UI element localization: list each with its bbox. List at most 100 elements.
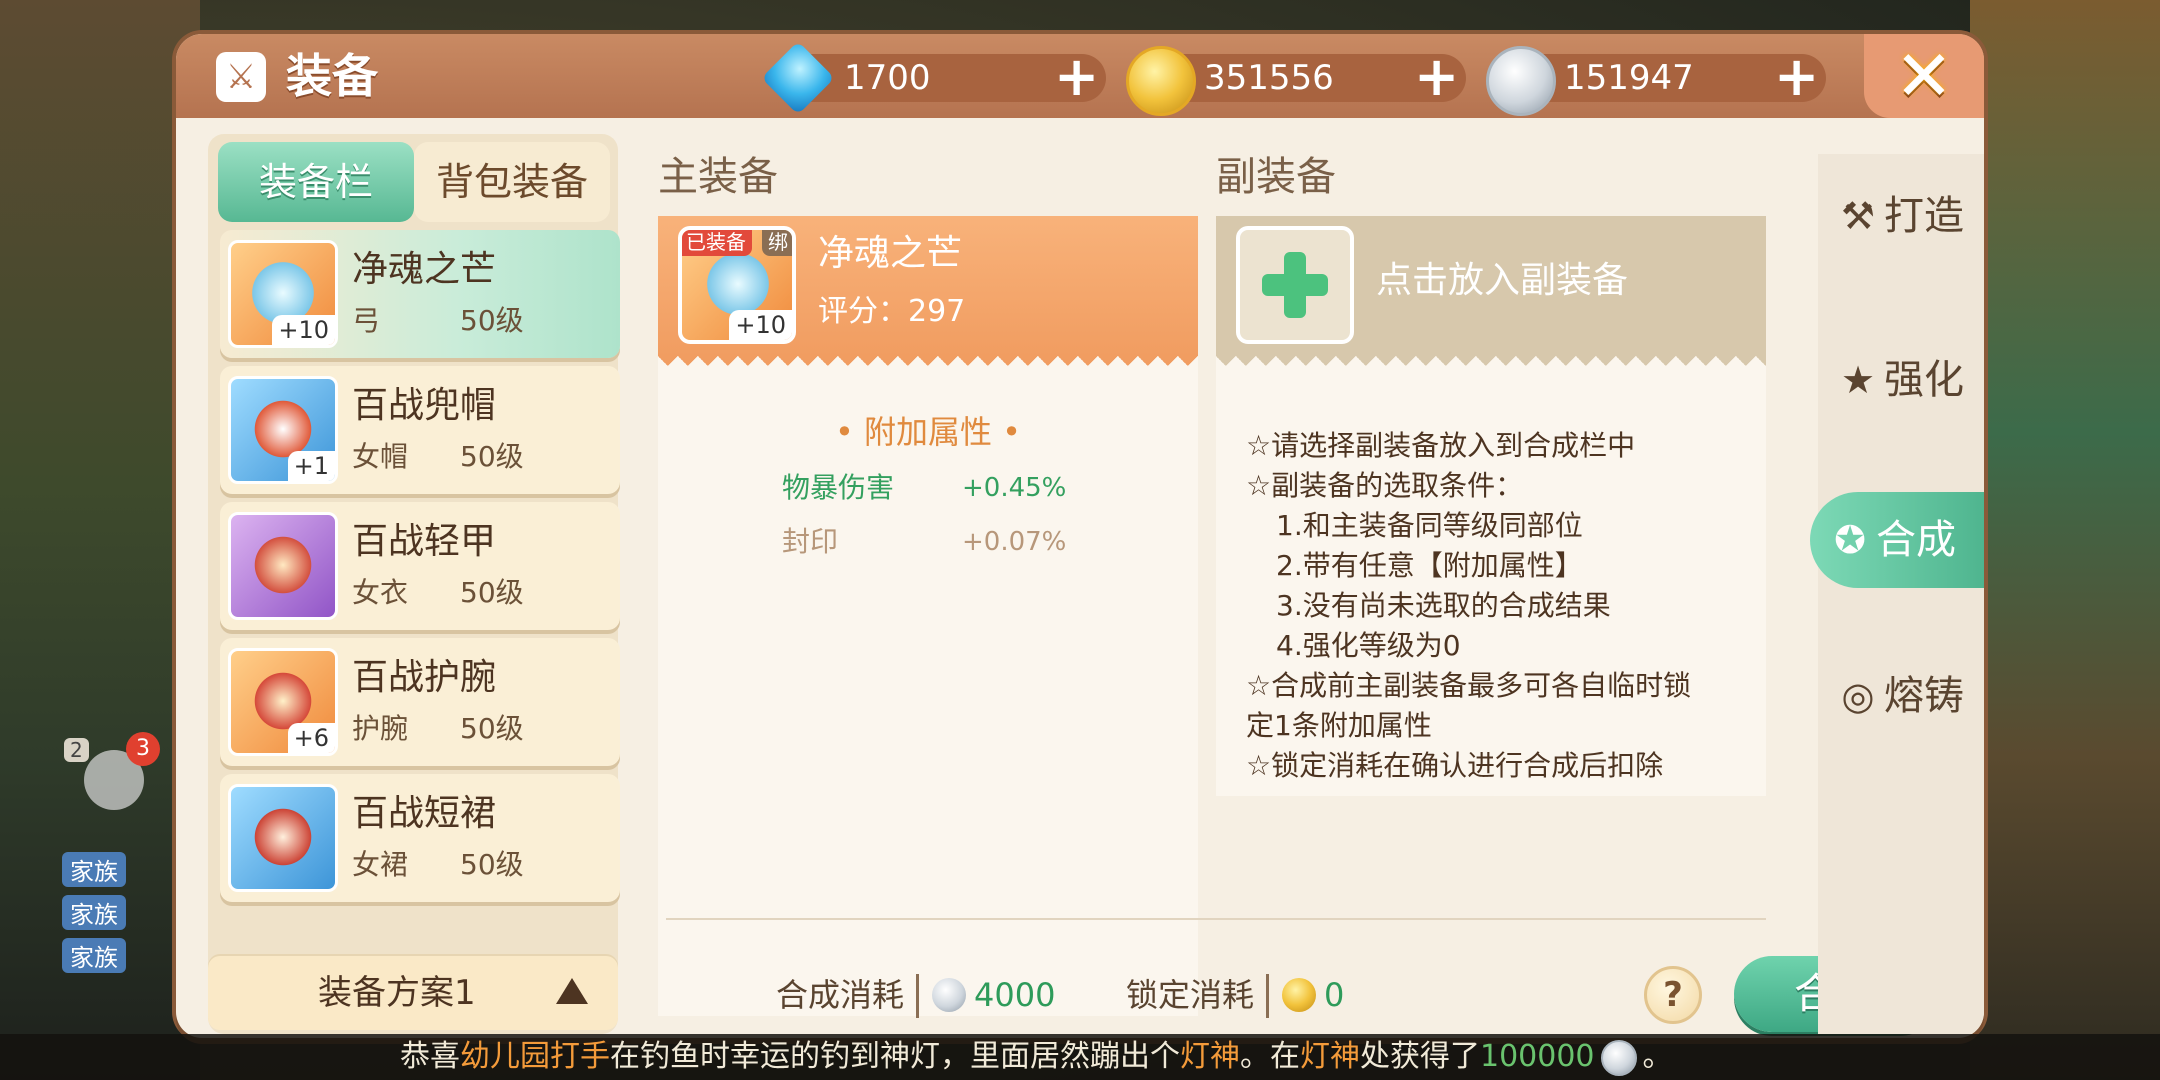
close-button[interactable]: ✕ bbox=[1864, 34, 1984, 118]
chat-line: 家族 bbox=[62, 938, 182, 981]
equipment-item[interactable]: 百战短裙 女裙 50级 bbox=[220, 774, 620, 902]
rule-line: 2.带有任意【附加属性】 bbox=[1276, 549, 1583, 582]
tab-synthesize[interactable]: ✪ 合成 bbox=[1810, 492, 1984, 588]
bow-icon: +10 bbox=[228, 240, 338, 348]
equipment-list[interactable]: +10 净魂之芒 弓 50级 +1 百战兜帽 女帽 50级 百战轻甲 女衣 50… bbox=[220, 230, 620, 930]
chat-line: 家族 bbox=[62, 852, 182, 895]
equipment-list-panel: 装备栏 背包装备 +10 净魂之芒 弓 50级 +1 百战兜帽 女帽 50级 百… bbox=[208, 134, 620, 1034]
equipment-dialog: ⚔ 装备 1700 + 351556 + 151947 + ✕ 装备栏 背包装备 bbox=[176, 34, 1984, 1038]
add-silver-button[interactable]: + bbox=[1774, 50, 1819, 104]
attribute-name: 封印 bbox=[782, 525, 839, 558]
notification-badge: 3 bbox=[126, 732, 160, 766]
equipment-name: 净魂之芒 bbox=[352, 249, 497, 290]
diamond-value: 1700 bbox=[844, 58, 931, 98]
currency-gold: 351556 + bbox=[1126, 46, 1466, 116]
currency-silver: 151947 + bbox=[1486, 46, 1826, 116]
equipment-plan-selector[interactable]: 装备方案1 bbox=[208, 956, 618, 1030]
synth-cost-value: 4000 bbox=[974, 976, 1056, 1014]
attribute-value: +0.45% bbox=[962, 473, 1067, 503]
rule-line: ☆合成前主副装备最多可各自临时锁 bbox=[1246, 669, 1692, 702]
zigzag-divider bbox=[1216, 356, 1766, 370]
dialog-title: 装备 bbox=[286, 49, 378, 103]
tab-label: 合成 bbox=[1876, 517, 1956, 563]
zigzag-divider bbox=[658, 356, 1198, 370]
add-diamond-button[interactable]: + bbox=[1054, 50, 1099, 104]
tab-bag-equipment[interactable]: 背包装备 bbox=[414, 142, 610, 222]
helmet-icon: +1 bbox=[228, 376, 338, 484]
sub-equipment-card: 点击放入副装备 ☆请选择副装备放入到合成栏中 ☆副装备的选取条件： 1.和主装备… bbox=[1216, 216, 1766, 796]
gold-value: 351556 bbox=[1204, 58, 1334, 98]
skirt-icon bbox=[228, 784, 338, 892]
chat-tag: 家族 bbox=[62, 852, 126, 887]
equipment-item[interactable]: 百战轻甲 女衣 50级 bbox=[220, 502, 620, 630]
announcement-text: 恭喜幼儿园打手在钓鱼时幸运的钓到神灯，里面居然蹦出个灯神。在灯神处获得了1000… bbox=[400, 1034, 1673, 1080]
tab-enhance[interactable]: ★ 强化 bbox=[1818, 332, 1984, 428]
gold-coin-icon bbox=[1282, 978, 1316, 1012]
tab-equipment-slots[interactable]: 装备栏 bbox=[218, 142, 414, 222]
bow-icon[interactable]: 已装备 绑 +10 bbox=[678, 226, 796, 344]
friends-widget[interactable]: 2 3 bbox=[64, 730, 174, 820]
add-gold-button[interactable]: + bbox=[1414, 50, 1459, 104]
equipment-icon: ⚔ bbox=[216, 52, 266, 102]
lock-cost-label: 锁定消耗 bbox=[1126, 976, 1255, 1014]
sub-equipment-title: 副装备 bbox=[1216, 154, 1336, 200]
equipment-level: 50级 bbox=[460, 712, 524, 745]
rule-line: ☆锁定消耗在确认进行合成后扣除 bbox=[1246, 749, 1664, 782]
silver-coin-icon bbox=[1600, 1039, 1637, 1076]
equipment-type: 护腕 bbox=[352, 712, 409, 745]
divider bbox=[666, 918, 1766, 920]
equipment-level: 50级 bbox=[460, 440, 524, 473]
armor-art bbox=[247, 529, 319, 601]
player-name: 幼儿园打手 bbox=[460, 1039, 610, 1074]
help-button[interactable]: ? bbox=[1644, 966, 1702, 1024]
star-icon: ★ bbox=[1840, 358, 1876, 402]
reward-amount: 100000 bbox=[1480, 1039, 1595, 1074]
sub-equipment-prompt: 点击放入副装备 bbox=[1376, 260, 1629, 301]
background-right bbox=[1970, 0, 2160, 1080]
equipment-type: 女衣 bbox=[352, 576, 409, 609]
npc-name: 灯神 bbox=[1300, 1039, 1360, 1074]
rule-line: 1.和主装备同等级同部位 bbox=[1276, 509, 1583, 542]
enhance-level: +6 bbox=[287, 723, 335, 753]
rule-line: ☆请选择副装备放入到合成栏中 bbox=[1246, 429, 1636, 462]
silver-coin-icon bbox=[932, 978, 966, 1012]
silver-coin-icon bbox=[1486, 46, 1556, 116]
dialog-header: ⚔ 装备 1700 + 351556 + 151947 + ✕ bbox=[176, 34, 1984, 118]
equipped-tag: 已装备 bbox=[682, 230, 752, 256]
equipment-type: 弓 bbox=[352, 304, 381, 337]
equipment-name: 百战护腕 bbox=[352, 657, 497, 698]
currency-diamond: 1700 + bbox=[761, 41, 1106, 115]
chat-line: 家族 bbox=[62, 895, 182, 938]
chat-tag: 家族 bbox=[62, 895, 126, 930]
sub-equipment-header[interactable]: 点击放入副装备 bbox=[1216, 216, 1766, 356]
announce-part: 处获得了 bbox=[1360, 1039, 1480, 1074]
tab-forge[interactable]: ⚒ 打造 bbox=[1818, 168, 1984, 264]
equipment-name: 百战兜帽 bbox=[352, 385, 497, 426]
equipment-type: 女帽 bbox=[352, 440, 409, 473]
forge-icon: ◎ bbox=[1841, 674, 1875, 718]
enhance-level: +10 bbox=[272, 315, 335, 345]
gold-coin-icon bbox=[1126, 46, 1196, 116]
equipment-item[interactable]: +6 百战护腕 护腕 50级 bbox=[220, 638, 620, 766]
chat-panel[interactable]: 家族 家族 家族 bbox=[62, 852, 182, 981]
rule-line: 4.强化等级为0 bbox=[1276, 629, 1461, 662]
tab-smelt[interactable]: ◎ 熔铸 bbox=[1818, 648, 1984, 744]
add-sub-equipment-button[interactable] bbox=[1236, 226, 1354, 344]
equipment-item[interactable]: +1 百战兜帽 女帽 50级 bbox=[220, 366, 620, 494]
attribute-row[interactable]: 物暴伤害 +0.45% bbox=[782, 466, 1182, 510]
equipment-level: 50级 bbox=[460, 848, 524, 881]
equipment-level: 50级 bbox=[460, 576, 524, 609]
equipment-name: 百战短裙 bbox=[352, 793, 497, 834]
separator bbox=[916, 974, 919, 1018]
hammer-icon: ⚒ bbox=[1840, 194, 1876, 238]
equipment-item[interactable]: +10 净魂之芒 弓 50级 bbox=[220, 230, 620, 358]
enhance-level: +10 bbox=[729, 310, 792, 340]
skirt-art bbox=[247, 801, 319, 873]
attribute-name: 物暴伤害 bbox=[782, 471, 895, 504]
attribute-row[interactable]: 封印 +0.07% bbox=[782, 520, 1182, 564]
diamond-icon bbox=[761, 41, 835, 115]
main-equipment-header: 已装备 绑 +10 净魂之芒 评分： 297 bbox=[658, 216, 1198, 356]
announce-part: 恭喜 bbox=[400, 1039, 460, 1074]
equipment-name: 百战轻甲 bbox=[352, 521, 497, 562]
side-tab-bar: ⚒ 打造 ★ 强化 ✪ 合成 ◎ 熔铸 bbox=[1810, 154, 1984, 1034]
